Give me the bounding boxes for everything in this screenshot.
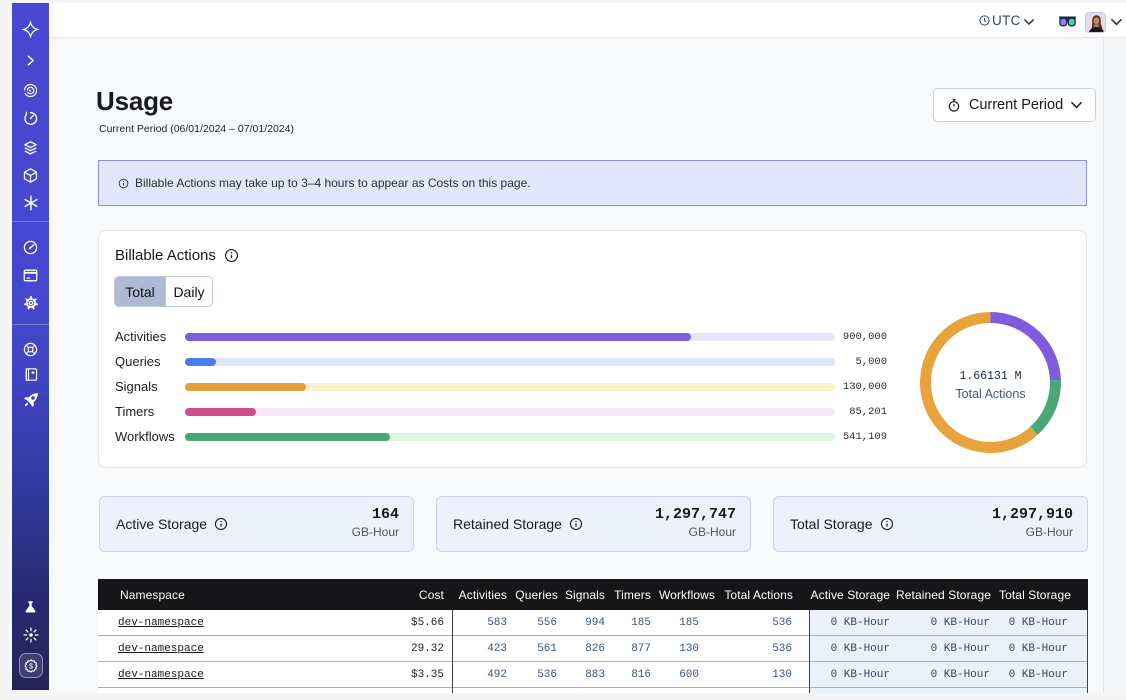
- svg-text:$: $: [28, 661, 32, 670]
